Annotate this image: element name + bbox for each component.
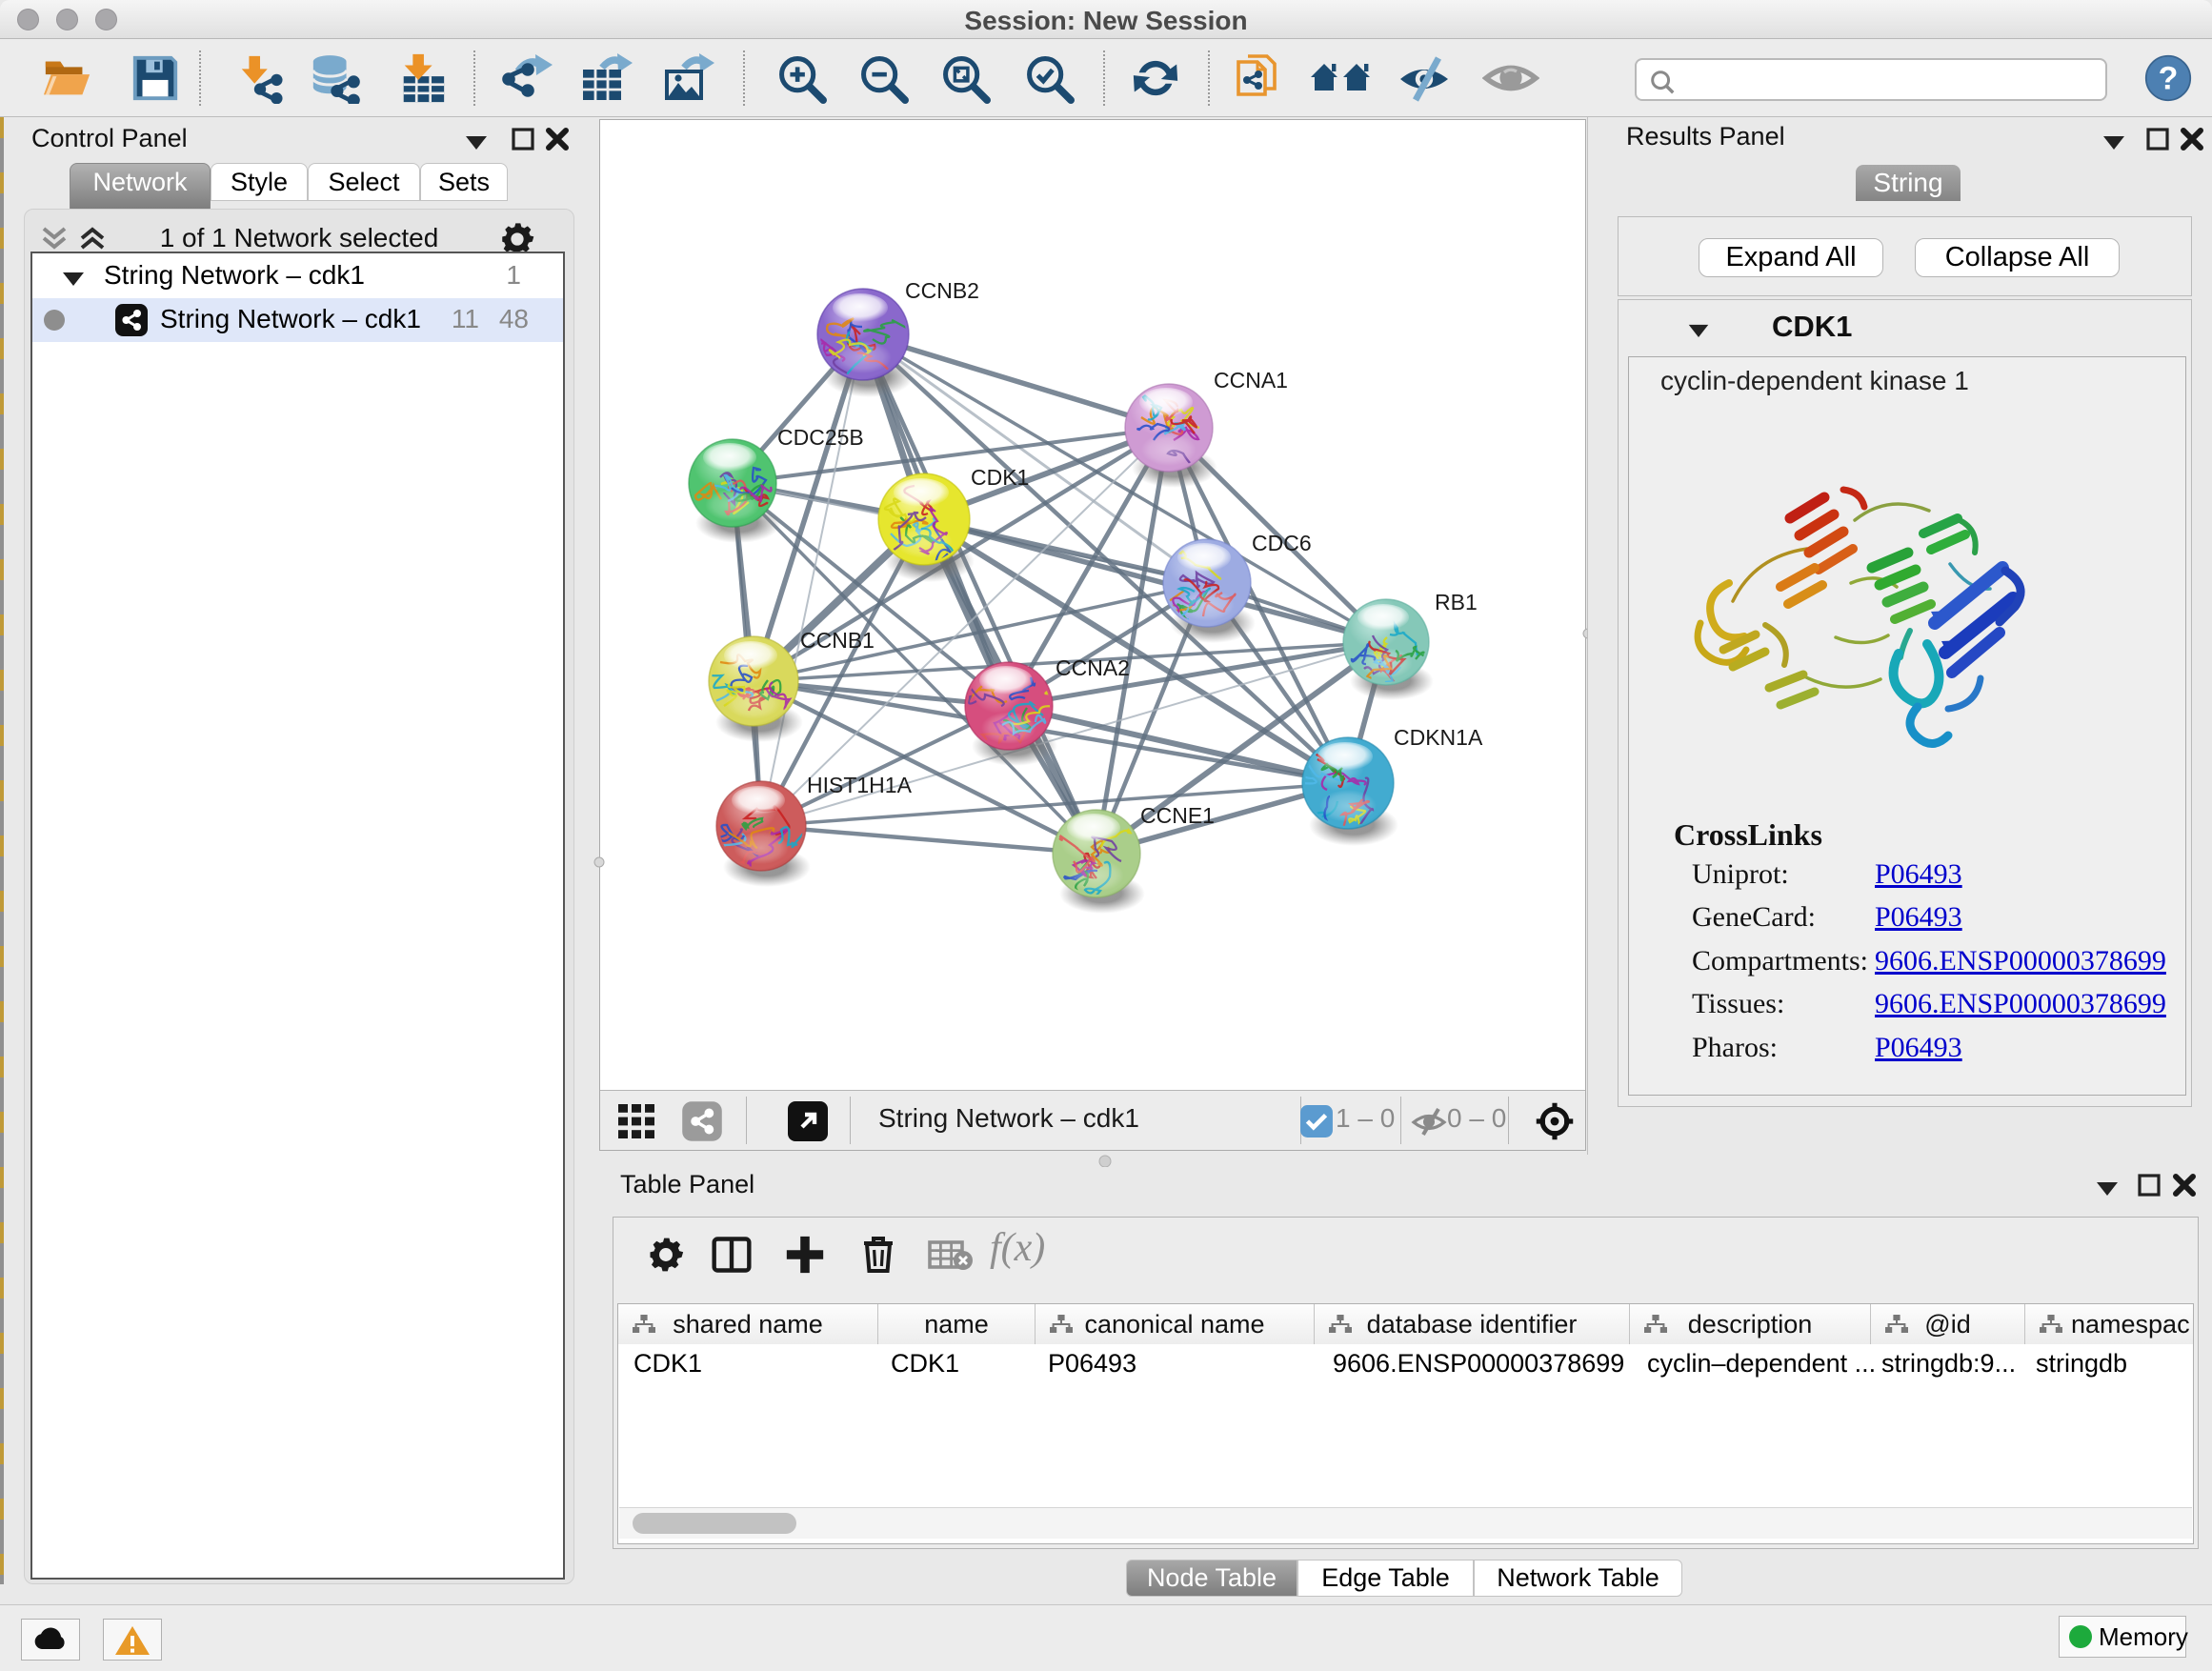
svg-text:CCNB1: CCNB1 (800, 628, 875, 653)
svg-text:HIST1H1A: HIST1H1A (807, 773, 913, 797)
svg-text:?: ? (2159, 61, 2179, 97)
svg-text:CDKN1A: CDKN1A (1394, 725, 1483, 750)
svg-text:RB1: RB1 (1435, 590, 1478, 614)
svg-text:CCNE1: CCNE1 (1140, 803, 1215, 828)
svg-text:CDK1: CDK1 (971, 465, 1029, 490)
svg-text:CCNB2: CCNB2 (905, 278, 979, 303)
svg-text:CDC25B: CDC25B (777, 425, 864, 450)
svg-text:CCNA1: CCNA1 (1214, 368, 1288, 393)
svg-text:CDC6: CDC6 (1252, 531, 1312, 555)
svg-text:CCNA2: CCNA2 (1056, 655, 1130, 680)
